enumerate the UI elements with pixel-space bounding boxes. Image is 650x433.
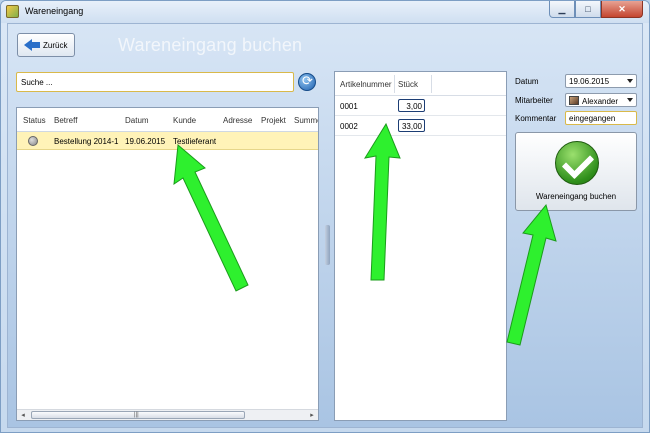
grip-icon: ||| (134, 412, 139, 418)
close-icon: ✕ (618, 3, 626, 14)
column-header-stueck[interactable]: Stück (398, 80, 418, 89)
main-content: Zurück Wareneingang buchen Status Betref… (7, 23, 643, 428)
application-window: Wareneingang ▁ □ ✕ Zurück Wareneingang b… (0, 0, 650, 433)
window-title: Wareneingang (25, 6, 84, 16)
app-icon (6, 5, 19, 18)
column-divider (431, 75, 432, 93)
kommentar-label: Kommentar (515, 114, 557, 123)
search-input[interactable] (16, 72, 294, 92)
window-controls: ▁ □ ✕ (549, 1, 643, 19)
chevron-down-icon (627, 79, 633, 83)
cell-artikelnummer: 0001 (340, 102, 358, 111)
kommentar-input[interactable]: eingegangen (565, 111, 637, 125)
datum-value: 19.06.2015 (569, 77, 610, 86)
column-header-artikelnummer[interactable]: Artikelnummer (340, 80, 392, 89)
maximize-button[interactable]: □ (575, 1, 601, 18)
close-button[interactable]: ✕ (601, 1, 643, 18)
back-arrow-icon (24, 39, 40, 51)
items-table: Artikelnummer Stück 0001 3,00 0002 33,00 (334, 71, 507, 421)
back-button[interactable]: Zurück (17, 33, 75, 57)
table-row[interactable]: 0001 3,00 (335, 96, 506, 116)
horizontal-scrollbar[interactable]: ◂ ||| ▸ (17, 409, 318, 420)
orders-table: Status Betreff Datum Kunde Adresse Proje… (16, 107, 319, 421)
table-row[interactable]: 0002 33,00 (335, 116, 506, 136)
quantity-input[interactable]: 3,00 (398, 99, 425, 112)
wareneingang-buchen-button[interactable]: Wareneingang buchen (515, 132, 637, 211)
items-table-header: Artikelnummer Stück (335, 72, 506, 96)
datum-dropdown[interactable]: 19.06.2015 (565, 74, 637, 88)
title-bar[interactable]: Wareneingang ▁ □ ✕ (1, 1, 649, 23)
scroll-left-icon[interactable]: ◂ (18, 411, 28, 420)
datum-label: Datum (515, 77, 539, 86)
mitarbeiter-value: Alexander (582, 97, 619, 106)
scroll-thumb[interactable]: ||| (31, 411, 245, 419)
column-divider (394, 75, 395, 93)
cell-betreff: Bestellung 2014-1 (54, 137, 119, 146)
chevron-down-icon (627, 98, 633, 102)
mitarbeiter-label: Mitarbeiter (515, 96, 553, 105)
column-header-status[interactable]: Status (23, 116, 46, 125)
column-header-betreff[interactable]: Betreff (54, 116, 77, 125)
status-icon (28, 136, 38, 146)
mitarbeiter-dropdown[interactable]: Alexander (565, 93, 637, 107)
orders-table-header: Status Betreff Datum Kunde Adresse Proje… (17, 108, 318, 132)
checkmark-icon (555, 141, 599, 185)
back-button-label: Zurück (43, 40, 68, 50)
column-header-adresse[interactable]: Adresse (223, 116, 252, 125)
maximize-icon: □ (585, 4, 591, 14)
quantity-input[interactable]: 33,00 (398, 119, 425, 132)
table-row[interactable]: Bestellung 2014-1 19.06.2015 Testliefera… (17, 132, 318, 150)
minimize-icon: ▁ (558, 3, 566, 14)
column-header-datum[interactable]: Datum (125, 116, 149, 125)
column-header-projekt[interactable]: Projekt (261, 116, 286, 125)
cell-artikelnummer: 0002 (340, 122, 358, 131)
scroll-right-icon[interactable]: ▸ (307, 411, 317, 420)
minimize-button[interactable]: ▁ (549, 1, 575, 18)
column-header-kunde[interactable]: Kunde (173, 116, 196, 125)
cell-kunde: Testlieferant (173, 137, 217, 146)
page-title: Wareneingang buchen (118, 35, 303, 55)
panel-splitter[interactable] (325, 225, 330, 265)
avatar (569, 96, 579, 105)
book-button-label: Wareneingang buchen (535, 192, 617, 201)
refresh-icon[interactable] (298, 73, 316, 91)
cell-datum: 19.06.2015 (125, 137, 166, 146)
column-header-summe[interactable]: Summe (294, 116, 318, 125)
